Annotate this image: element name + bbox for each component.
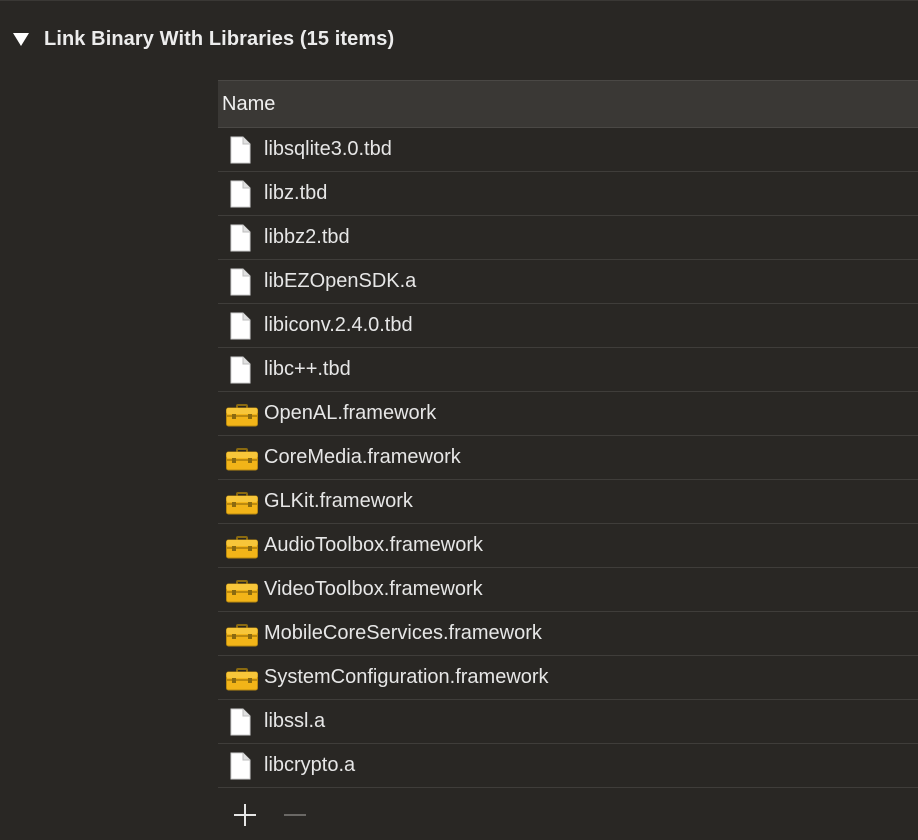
table-row[interactable]: libiconv.2.4.0.tbd bbox=[218, 304, 918, 348]
row-label: AudioToolbox.framework bbox=[264, 534, 483, 556]
table-row[interactable]: libz.tbd bbox=[218, 172, 918, 216]
row-label: SystemConfiguration.framework bbox=[264, 666, 549, 688]
table-row[interactable]: AudioToolbox.framework bbox=[218, 524, 918, 568]
row-label: libiconv.2.4.0.tbd bbox=[264, 314, 413, 336]
row-label: libc++.tbd bbox=[264, 358, 351, 380]
table-row[interactable]: CoreMedia.framework bbox=[218, 436, 918, 480]
row-label: MobileCoreServices.framework bbox=[264, 622, 542, 644]
row-label: VideoToolbox.framework bbox=[264, 578, 483, 600]
toolbox-icon bbox=[226, 620, 258, 648]
toolbox-icon bbox=[226, 444, 258, 472]
row-label: libEZOpenSDK.a bbox=[264, 270, 417, 292]
table-row[interactable]: OpenAL.framework bbox=[218, 392, 918, 436]
row-label: libz.tbd bbox=[264, 182, 328, 204]
file-icon bbox=[226, 356, 258, 384]
table-row[interactable]: libEZOpenSDK.a bbox=[218, 260, 918, 304]
file-icon bbox=[226, 224, 258, 252]
table-row[interactable]: libssl.a bbox=[218, 700, 918, 744]
table-row[interactable]: SystemConfiguration.framework bbox=[218, 656, 918, 700]
file-icon bbox=[226, 708, 258, 736]
table-row[interactable]: libc++.tbd bbox=[218, 348, 918, 392]
table-body: libsqlite3.0.tbd libz.tbd libbz2.tbd libEZO… bbox=[218, 128, 918, 788]
table-row[interactable]: libcrypto.a bbox=[218, 744, 918, 788]
table-row[interactable]: MobileCoreServices.framework bbox=[218, 612, 918, 656]
plus-icon[interactable] bbox=[232, 802, 258, 828]
toolbox-icon bbox=[226, 488, 258, 516]
file-icon bbox=[226, 136, 258, 164]
file-icon bbox=[226, 312, 258, 340]
table-footer bbox=[218, 794, 918, 838]
column-header-label: Name bbox=[222, 92, 276, 115]
top-divider bbox=[0, 0, 918, 1]
row-label: libcrypto.a bbox=[264, 754, 356, 776]
row-label: libssl.a bbox=[264, 710, 326, 732]
file-icon bbox=[226, 268, 258, 296]
table-row[interactable]: libbz2.tbd bbox=[218, 216, 918, 260]
column-header-name[interactable]: Name bbox=[218, 80, 918, 128]
toolbox-icon bbox=[226, 532, 258, 560]
table-row[interactable]: libsqlite3.0.tbd bbox=[218, 128, 918, 172]
toolbox-icon bbox=[226, 664, 258, 692]
minus-icon[interactable] bbox=[282, 802, 308, 828]
section-title: Link Binary With Libraries (15 items) bbox=[44, 28, 395, 50]
toolbox-icon bbox=[226, 400, 258, 428]
file-icon bbox=[226, 752, 258, 780]
row-label: OpenAL.framework bbox=[264, 402, 437, 424]
libraries-table: Name libsqlite3.0.tbd libz.tbd libbz2.tbd l… bbox=[218, 80, 918, 788]
table-row[interactable]: VideoToolbox.framework bbox=[218, 568, 918, 612]
row-label: CoreMedia.framework bbox=[264, 446, 461, 468]
row-label: libsqlite3.0.tbd bbox=[264, 138, 392, 160]
disclosure-triangle-icon[interactable] bbox=[13, 33, 29, 46]
toolbox-icon bbox=[226, 576, 258, 604]
file-icon bbox=[226, 180, 258, 208]
row-label: GLKit.framework bbox=[264, 490, 413, 512]
table-row[interactable]: GLKit.framework bbox=[218, 480, 918, 524]
row-label: libbz2.tbd bbox=[264, 226, 350, 248]
